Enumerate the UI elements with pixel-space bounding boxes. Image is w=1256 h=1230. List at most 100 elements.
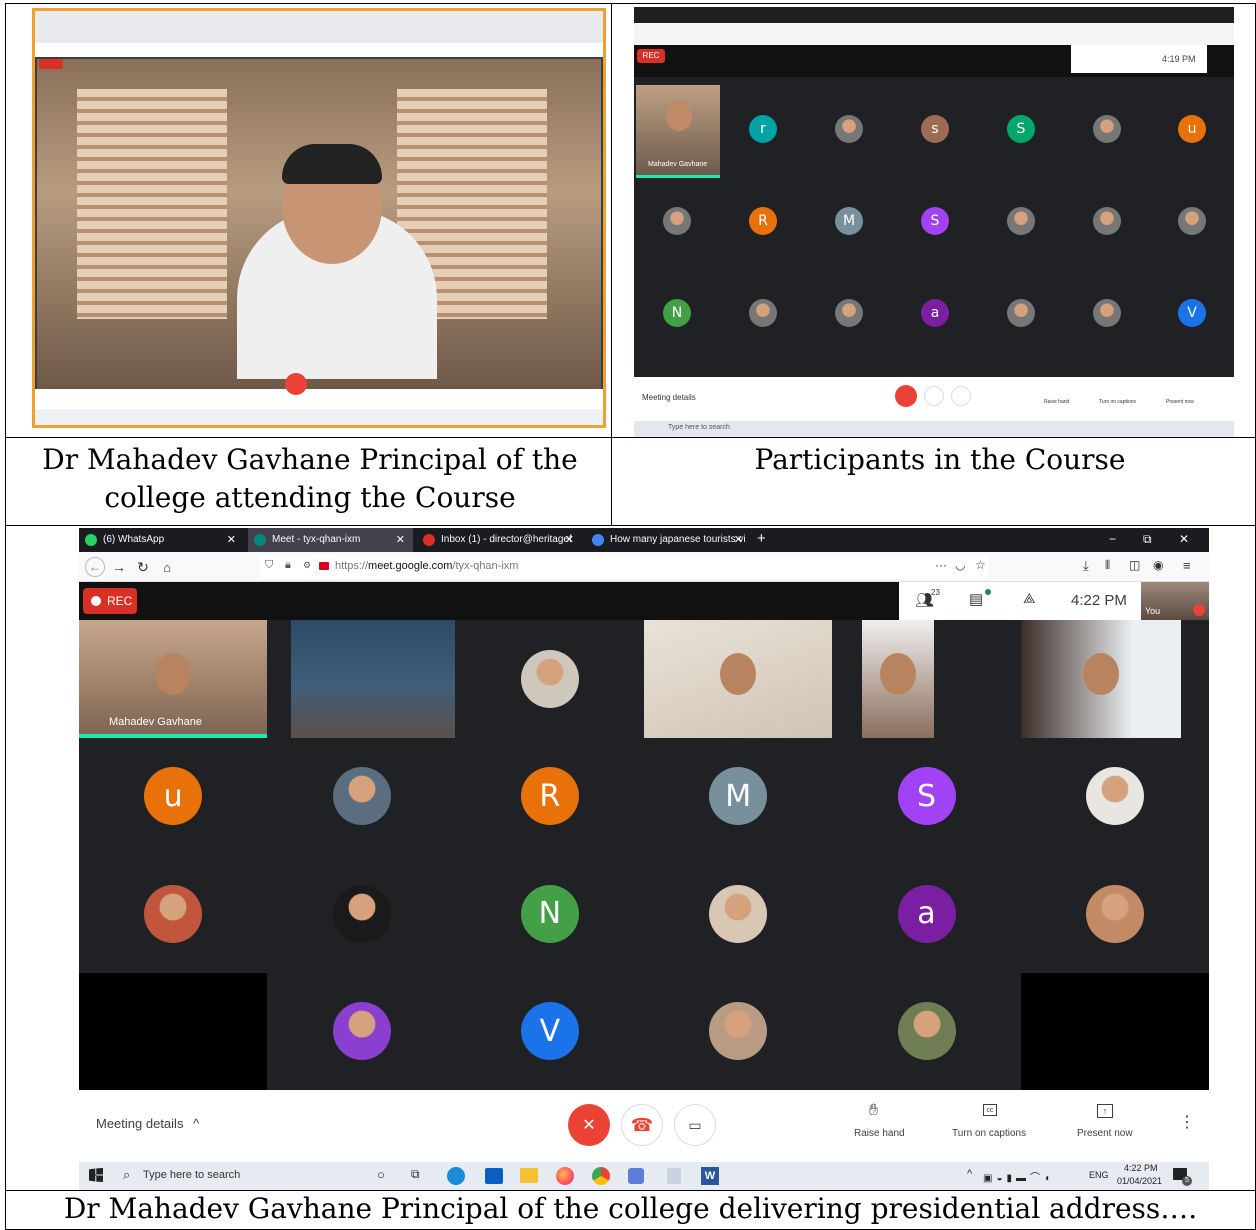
minimize-icon[interactable]: −: [1109, 532, 1116, 546]
participant-avatar[interactable]: M: [709, 767, 768, 826]
present-icon[interactable]: ↑: [1097, 1104, 1113, 1118]
word-icon[interactable]: W: [701, 1167, 719, 1185]
more-options-icon[interactable]: ⋮: [1179, 1112, 1195, 1132]
mic-off-button[interactable]: [285, 373, 307, 395]
participant-avatar[interactable]: a: [897, 884, 956, 943]
participant-avatar[interactable]: V: [520, 1002, 579, 1061]
participant-photo[interactable]: [1093, 299, 1121, 327]
hangup-button[interactable]: [924, 386, 944, 406]
participant-avatar[interactable]: M: [835, 207, 863, 235]
participant-photo[interactable]: [749, 299, 777, 327]
taskbar-search[interactable]: Type here to search: [668, 424, 730, 431]
back-icon[interactable]: ←: [85, 557, 105, 577]
raise-hand-icon[interactable]: ✋︎: [869, 1102, 878, 1120]
participant-video-tile[interactable]: [644, 620, 832, 738]
library-icon[interactable]: ⫴: [1105, 558, 1110, 573]
participant-photo[interactable]: [709, 1002, 768, 1061]
chrome-icon[interactable]: [592, 1167, 610, 1185]
participant-photo[interactable]: [1093, 207, 1121, 235]
task-view-icon[interactable]: ⧉: [411, 1167, 420, 1182]
mail-icon[interactable]: [485, 1168, 503, 1184]
windows-start-icon[interactable]: [89, 1168, 103, 1182]
camera-button[interactable]: [951, 386, 971, 406]
reload-icon[interactable]: ↻: [133, 557, 153, 577]
chat-icon[interactable]: ▤: [969, 590, 983, 608]
meeting-details-button[interactable]: Meeting details ^: [96, 1116, 199, 1131]
participant-avatar[interactable]: V: [1178, 299, 1206, 327]
browser-tab[interactable]: Meet - tyx-qhan-ixm ✕: [248, 528, 413, 552]
close-tab-icon[interactable]: ✕: [396, 528, 405, 552]
participant-avatar[interactable]: S: [921, 207, 949, 235]
participant-photo[interactable]: [1093, 115, 1121, 143]
participant-video-tile[interactable]: [291, 620, 456, 738]
download-icon[interactable]: ⤓: [1083, 558, 1089, 574]
restore-icon[interactable]: ⧉: [1143, 532, 1152, 547]
participant-photo[interactable]: [144, 884, 203, 943]
raise-hand-label[interactable]: Raise hand: [854, 1128, 905, 1139]
participant-photo[interactable]: [835, 115, 863, 143]
language-indicator[interactable]: ENG: [1089, 1170, 1109, 1180]
participant-avatar[interactable]: R: [520, 767, 579, 826]
participant-photo[interactable]: [332, 767, 391, 826]
participant-avatar[interactable]: s: [921, 115, 949, 143]
notepad-icon[interactable]: [667, 1168, 681, 1184]
close-tab-icon[interactable]: ✕: [565, 528, 574, 552]
participant-avatar[interactable]: u: [1178, 115, 1206, 143]
url-bar[interactable]: ⛉ 🔒︎ ⚙ https://meet.google.com/tyx-qhan-…: [259, 555, 989, 579]
forward-icon[interactable]: →: [109, 557, 129, 577]
browser-tab[interactable]: How many japanese tourists vi ✕: [586, 528, 751, 552]
participant-video-tile[interactable]: Mahadev Gavhane: [79, 620, 267, 738]
participant-avatar[interactable]: N: [520, 884, 579, 943]
camera-button[interactable]: ▭: [674, 1104, 716, 1146]
hangup-button[interactable]: ☎︎: [621, 1104, 663, 1146]
participant-avatar[interactable]: S: [1007, 115, 1035, 143]
edge-icon[interactable]: [447, 1167, 465, 1185]
participant-photo[interactable]: [1007, 207, 1035, 235]
captions-label[interactable]: Turn on captions: [952, 1128, 1026, 1139]
account-icon[interactable]: ◉: [1153, 558, 1163, 572]
participant-video-tile[interactable]: [862, 620, 935, 738]
home-icon[interactable]: ⌂: [157, 557, 177, 577]
participant-avatar[interactable]: R: [749, 207, 777, 235]
participant-photo[interactable]: [332, 884, 391, 943]
present-label[interactable]: Present now: [1077, 1128, 1133, 1139]
meeting-details-button[interactable]: Meeting details: [642, 393, 696, 402]
participant-photo[interactable]: [520, 649, 579, 708]
pocket-icon[interactable]: ◡: [955, 558, 965, 572]
cortana-icon[interactable]: ○: [377, 1167, 385, 1182]
mic-off-button[interactable]: ✕: [568, 1104, 610, 1146]
participant-photo[interactable]: [663, 207, 691, 235]
file-explorer-icon[interactable]: [520, 1168, 538, 1183]
sidebar-icon[interactable]: ◫: [1129, 558, 1140, 572]
close-tab-icon[interactable]: ✕: [227, 528, 236, 552]
mic-off-button[interactable]: [895, 385, 917, 407]
tray-icons[interactable]: ▣◒▮▬⌒◖: [983, 1169, 1054, 1184]
tray-chevron-icon[interactable]: ^: [967, 1168, 972, 1180]
taskbar-search[interactable]: Type here to search: [143, 1169, 240, 1181]
browser-tab[interactable]: Inbox (1) - director@heritagef ✕: [417, 528, 582, 552]
participant-photo[interactable]: [1085, 767, 1144, 826]
participant-avatar[interactable]: u: [144, 767, 203, 826]
browser-tab[interactable]: (6) WhatsApp ✕: [79, 528, 244, 552]
participant-photo[interactable]: [709, 884, 768, 943]
new-tab-button[interactable]: +: [757, 530, 766, 547]
participant-photo[interactable]: [1085, 884, 1144, 943]
page-actions-icon[interactable]: ···: [935, 558, 947, 572]
participant-avatar[interactable]: a: [921, 299, 949, 327]
participant-avatar[interactable]: N: [663, 299, 691, 327]
captions-icon[interactable]: cc: [983, 1104, 997, 1116]
menu-icon[interactable]: ≡: [1183, 558, 1191, 573]
close-tab-icon[interactable]: ✕: [734, 528, 743, 552]
activities-icon[interactable]: ⟁: [1023, 590, 1036, 607]
participant-photo[interactable]: [332, 1002, 391, 1061]
firefox-icon[interactable]: [556, 1167, 574, 1185]
participant-avatar[interactable]: S: [897, 767, 956, 826]
participant-photo[interactable]: [897, 1002, 956, 1061]
participant-photo[interactable]: [835, 299, 863, 327]
participant-photo[interactable]: [1178, 207, 1206, 235]
close-window-icon[interactable]: ✕: [1179, 532, 1189, 546]
participant-avatar[interactable]: r: [749, 115, 777, 143]
bookmark-star-icon[interactable]: ☆: [975, 558, 986, 572]
participant-photo[interactable]: [1007, 299, 1035, 327]
participant-video-tile[interactable]: [1020, 620, 1181, 738]
